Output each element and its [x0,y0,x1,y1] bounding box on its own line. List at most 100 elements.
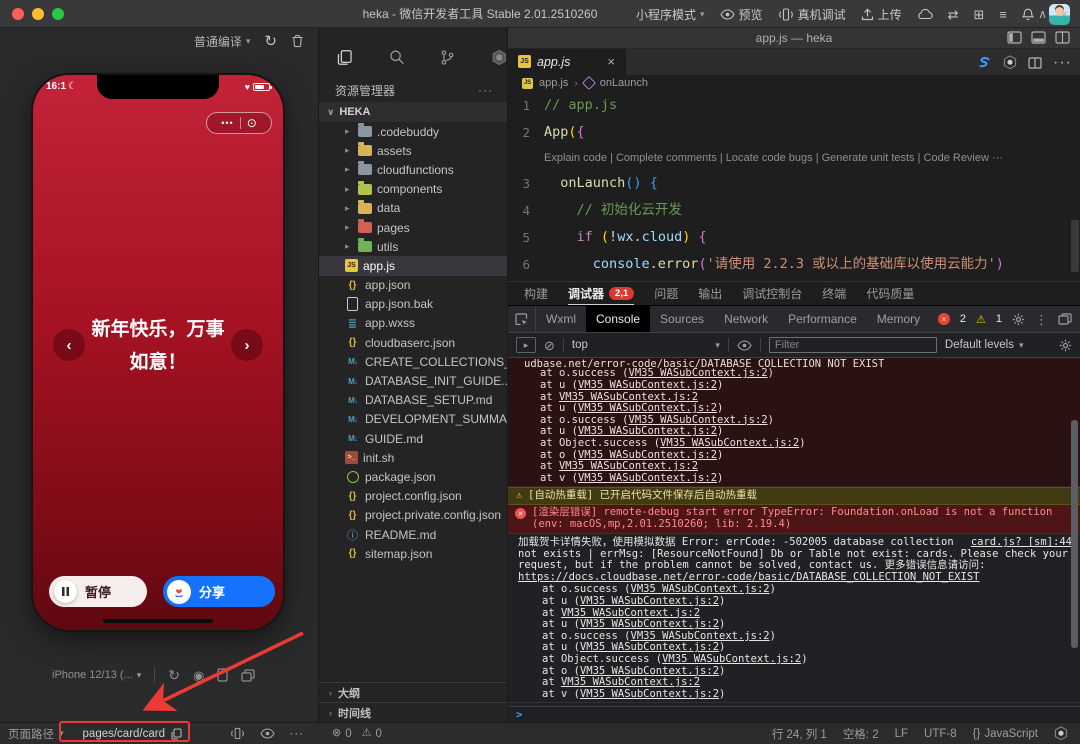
more-icon[interactable]: ••• [221,119,233,128]
editor-scrollbar[interactable] [1071,220,1079,272]
project-root[interactable]: ∨ HEKA [319,102,507,122]
stack-link[interactable]: VM35 WASubContext.js:2 [660,437,799,449]
codelens-actions[interactable]: Explain code | Complete comments | Locat… [508,146,1080,170]
tree-item[interactable]: ▸ project.config.json [319,487,507,506]
multi-window-icon[interactable] [241,669,255,682]
tree-item[interactable]: ▸ DATABASE_INIT_GUIDE.... [319,371,507,390]
stack-link[interactable]: VM35 WASubContext.js:2 [578,402,717,414]
next-card-button[interactable]: › [231,329,263,361]
stack-link[interactable]: VM35 WASubContext.js:2 [580,641,719,653]
close-tab-icon[interactable]: × [607,54,615,69]
stack-link[interactable]: VM35 WASubContext.js:2 [578,425,717,437]
device-dropdown[interactable]: iPhone 12/13 (...▾ [52,669,141,681]
context-selector[interactable]: top▾ [572,339,720,351]
tree-item[interactable]: ▸ assets [319,141,507,160]
devtools-tab[interactable]: Network [714,306,778,332]
page-path-value[interactable]: pages/card/card [77,728,188,740]
hexagon-icon[interactable] [1003,55,1017,70]
error-count-icon[interactable]: × [938,313,950,325]
tree-item[interactable]: ▸ utils [319,237,507,256]
tree-item[interactable]: ▸ app.wxss [319,314,507,333]
files-icon[interactable] [337,49,353,66]
tree-item[interactable]: ▸ app.json.bak [319,295,507,314]
stack-link[interactable]: VM35 WASubContext.js:2 [578,449,717,461]
eye-icon[interactable] [737,340,752,351]
traffic-lights[interactable] [12,8,64,20]
devtools-tab[interactable]: Console [586,306,650,332]
compile-mode-dropdown[interactable]: 普通编译▾ [194,33,251,50]
miniprogram-capsule[interactable]: ••• ⊙ [206,112,272,134]
toggle-panel-icon[interactable] [1031,31,1046,44]
close-target-icon[interactable]: ⊙ [247,117,257,129]
page-path-label[interactable]: 页面路径 [8,726,54,742]
codebuddy-box-icon[interactable] [491,49,507,66]
console-log[interactable]: udbase.net/error-code/basic/DATABASE_COL… [508,358,1080,722]
tree-item[interactable]: ▸ project.private.config.json [319,506,507,525]
copy-icon[interactable] [171,728,182,740]
close-panel-icon[interactable]: × [1061,7,1068,21]
codebuddy-swirl-icon[interactable] [976,56,992,70]
stack-link[interactable]: VM35 WASubContext.js:2 [580,618,719,630]
trash-icon[interactable] [291,34,304,48]
tree-item[interactable]: ▸ cloudfunctions [319,160,507,179]
toggle-sidebar-icon[interactable] [1007,31,1022,44]
stack-link[interactable]: VM35 WASubContext.js:2 [629,367,768,379]
log-doc-link[interactable]: https://docs.cloudbase.net/error-code/ba… [518,571,979,583]
tree-item[interactable]: ▸ data [319,199,507,218]
close-window-button[interactable] [12,8,24,20]
preview-button[interactable]: 预览 [720,6,763,23]
record-icon[interactable]: ◉ [193,669,204,682]
split-editor-icon[interactable] [1028,57,1042,69]
more-actions-icon[interactable]: ··· [1053,54,1072,72]
stack-link[interactable]: VM35 WASubContext.js:2 [631,630,770,642]
stack-link[interactable]: VM35 WASubContext.js:2 [578,379,717,391]
more-actions-icon[interactable]: ··· [478,83,493,97]
problems-summary[interactable]: ⊗0 ⚠0 [318,728,508,740]
dock-window-icon[interactable] [1058,313,1072,325]
breadcrumb[interactable]: JS app.js › onLaunch [508,75,1080,92]
share-button[interactable]: 分享 [163,576,275,607]
tree-item[interactable]: ▸ cloudbaserc.json [319,333,507,352]
phone-vibrate-icon[interactable] [230,727,245,740]
prev-card-button[interactable]: ‹ [53,329,85,361]
split-editor-icon[interactable] [1055,31,1070,44]
refresh-icon[interactable]: ↻ [264,34,277,49]
settings-gear-icon[interactable] [1012,313,1025,326]
eol-type[interactable]: LF [895,728,908,740]
tree-item[interactable]: ▸ DATABASE_SETUP.md [319,391,507,410]
more-icon[interactable]: ··· [290,728,305,740]
tree-item[interactable]: ▸ GUIDE.md [319,429,507,448]
tree-item[interactable]: ▸ CREATE_COLLECTIONS_... [319,352,507,371]
stack-link[interactable]: VM35 WASubContext.js:2 [631,583,770,595]
language-mode[interactable]: {}JavaScript [973,728,1038,740]
devtools-tab[interactable]: Sources [650,306,714,332]
compare-arrows-icon[interactable]: ⇄ [948,8,959,21]
pause-button[interactable]: 暂停 [49,576,147,607]
stack-link[interactable]: VM35 WASubContext.js:2 [580,595,719,607]
console-settings-gear-icon[interactable] [1059,339,1072,352]
minimize-window-button[interactable] [32,8,44,20]
cloud-button[interactable] [917,9,933,20]
phone-simulator[interactable]: 16:1☾ ♥ ••• ⊙ 新年快乐，万事 如意！ ‹ › 暂停 [33,75,283,630]
tree-item[interactable]: ▸ sitemap.json [319,544,507,563]
devtools-tab[interactable]: Memory [867,306,930,332]
tree-item[interactable]: ▸ package.json [319,467,507,486]
tree-item[interactable]: ▸ pages [319,218,507,237]
stack-link[interactable]: VM35 WASubContext.js:2 [629,414,768,426]
log-levels-dropdown[interactable]: Default levels▾ [945,339,1024,351]
panel-tab[interactable]: 终端 [822,282,846,305]
timeline-section[interactable]: › 时间线 [319,702,507,722]
encoding[interactable]: UTF-8 [924,728,957,740]
stack-link[interactable]: VM35 WASubContext.js:2 [578,472,717,484]
stack-link[interactable]: VM35 WASubContext.js:2 [559,460,698,472]
tree-item[interactable]: ▸ DEVELOPMENT_SUMMA... [319,410,507,429]
mobile-frame-icon[interactable] [217,668,228,682]
upload-button[interactable]: 上传 [861,6,902,23]
tab-app-js[interactable]: JS app.js × [508,49,626,75]
remote-debug-button[interactable]: 真机调试 [778,6,846,23]
clear-console-icon[interactable]: ⊘ [544,339,555,352]
tree-item[interactable]: ▸ init.sh [319,448,507,467]
panel-tab[interactable]: 输出 [698,282,722,305]
collapse-panel-icon[interactable]: ∧ [1038,7,1047,21]
devtools-tab[interactable]: Performance [778,306,867,332]
